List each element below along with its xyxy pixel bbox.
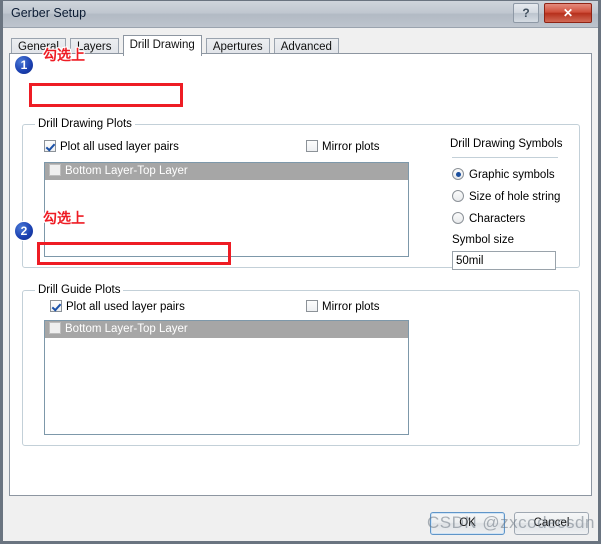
checkbox-icon[interactable] bbox=[306, 300, 318, 312]
guide-mirror-plots-label: Mirror plots bbox=[322, 301, 380, 313]
drill-drawing-tab-page: Drill Drawing Plots Plot all used layer … bbox=[9, 53, 592, 496]
annotation-step-2-badge: 2 bbox=[14, 221, 34, 241]
guide-plot-all-layer-pairs-label: Plot all used layer pairs bbox=[66, 301, 185, 313]
ok-button[interactable]: OK bbox=[430, 512, 505, 535]
radio-characters-label: Characters bbox=[469, 213, 526, 225]
checkbox-icon[interactable] bbox=[44, 140, 56, 152]
radio-graphic-symbols[interactable]: Graphic symbols bbox=[452, 168, 555, 181]
annotation-step-1-text: 勾选上 bbox=[43, 47, 85, 63]
drawing-mirror-plots-label: Mirror plots bbox=[322, 141, 380, 153]
close-icon[interactable]: ✕ bbox=[544, 3, 592, 23]
radio-icon[interactable] bbox=[452, 190, 464, 202]
radio-size-of-hole-string[interactable]: Size of hole string bbox=[452, 190, 560, 203]
guide-plot-all-layer-pairs-checkbox[interactable]: Plot all used layer pairs bbox=[50, 300, 185, 313]
list-item-label: Bottom Layer-Top Layer bbox=[65, 323, 188, 335]
list-item[interactable]: Bottom Layer-Top Layer bbox=[45, 321, 408, 338]
symbol-size-input[interactable] bbox=[452, 251, 556, 270]
drill-drawing-plots-group-title: Drill Drawing Plots bbox=[35, 118, 135, 130]
radio-size-of-hole-string-label: Size of hole string bbox=[469, 191, 561, 203]
checkbox-icon[interactable] bbox=[49, 164, 61, 176]
checkbox-icon[interactable] bbox=[50, 300, 62, 312]
symbol-size-label: Symbol size bbox=[452, 234, 514, 246]
annotation-step-2-text: 勾选上 bbox=[43, 210, 85, 226]
annotation-step-1-badge: 1 bbox=[14, 55, 34, 75]
list-item[interactable]: Bottom Layer-Top Layer bbox=[45, 163, 408, 180]
radio-characters[interactable]: Characters bbox=[452, 212, 525, 225]
checkbox-icon[interactable] bbox=[49, 322, 61, 334]
title-bar[interactable]: Gerber Setup ? ✕ bbox=[3, 1, 598, 28]
radio-graphic-symbols-label: Graphic symbols bbox=[469, 169, 555, 181]
drawing-mirror-plots-checkbox[interactable]: Mirror plots bbox=[306, 140, 380, 153]
gerber-setup-dialog: Gerber Setup ? ✕ General Layers Drill Dr… bbox=[0, 0, 601, 544]
drill-guide-layer-pair-list[interactable]: Bottom Layer-Top Layer bbox=[44, 320, 409, 435]
radio-icon[interactable] bbox=[452, 168, 464, 180]
drawing-plot-all-layer-pairs-label: Plot all used layer pairs bbox=[60, 141, 179, 153]
help-icon[interactable]: ? bbox=[513, 3, 539, 23]
cancel-button[interactable]: Cancel bbox=[514, 512, 589, 535]
drawing-plot-all-layer-pairs-checkbox[interactable]: Plot all used layer pairs bbox=[44, 140, 179, 153]
section-divider bbox=[452, 157, 558, 158]
checkbox-icon[interactable] bbox=[306, 140, 318, 152]
guide-mirror-plots-checkbox[interactable]: Mirror plots bbox=[306, 300, 380, 313]
window-title: Gerber Setup bbox=[11, 6, 87, 20]
drill-drawing-layer-pair-list[interactable]: Bottom Layer-Top Layer bbox=[44, 162, 409, 257]
tab-drill-drawing[interactable]: Drill Drawing bbox=[122, 35, 202, 56]
radio-icon[interactable] bbox=[452, 212, 464, 224]
drill-drawing-symbols-title: Drill Drawing Symbols bbox=[450, 138, 563, 150]
drill-guide-plots-group-title: Drill Guide Plots bbox=[35, 284, 124, 296]
list-item-label: Bottom Layer-Top Layer bbox=[65, 165, 188, 177]
